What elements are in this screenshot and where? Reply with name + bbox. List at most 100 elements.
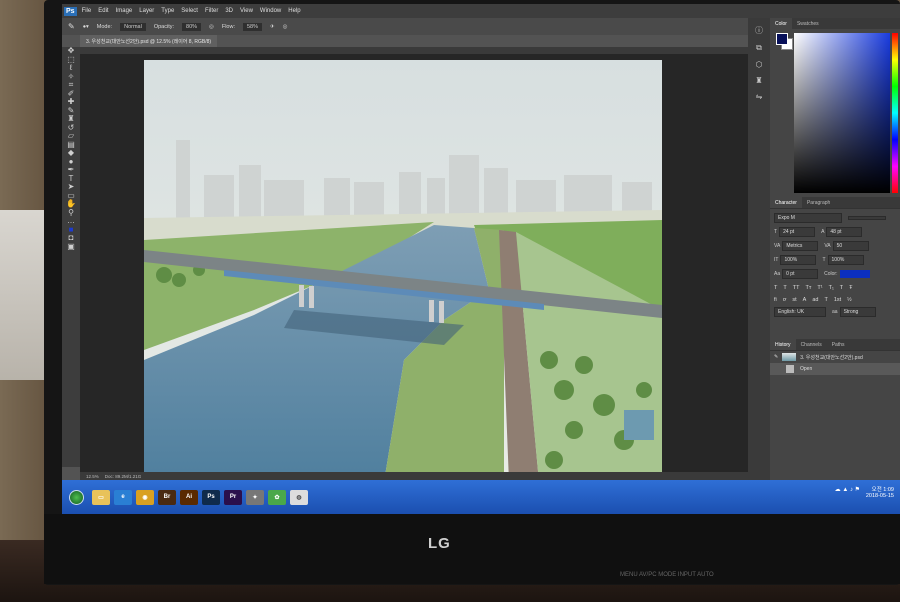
menu-3d[interactable]: 3D <box>225 8 233 14</box>
taskbar-app1[interactable]: ✦ <box>246 489 264 505</box>
document-tab[interactable]: 3. 우성천교(대안노선2안).psd @ 12.5% (레이어 8, RGB/… <box>80 35 218 47</box>
document-tab-title: 3. 우성천교(대안노선2안).psd @ 12.5% (레이어 8, RGB/… <box>86 38 212 45</box>
faux-bold-button[interactable]: T <box>774 285 777 291</box>
baseline-shift-input[interactable]: 0 pt <box>782 269 819 279</box>
tab-color[interactable]: Color <box>770 18 792 29</box>
taskbar-chrome[interactable]: ◉ <box>136 489 154 505</box>
menu-window[interactable]: Window <box>260 8 281 14</box>
adjustments-icon[interactable]: ⇋ <box>756 92 763 101</box>
3d-icon[interactable]: ⬡ <box>756 60 763 69</box>
menu-edit[interactable]: Edit <box>98 8 108 14</box>
language-select[interactable]: English: UK <box>774 307 826 317</box>
alternates-button[interactable]: A <box>803 297 807 303</box>
menu-bar: Ps File Edit Image Layer Type Select Fil… <box>62 4 900 18</box>
menu-type[interactable]: Type <box>161 8 174 14</box>
taskbar-bridge[interactable]: Br <box>158 489 176 505</box>
system-tray-icons[interactable]: ☁ ▲ ♪ ⚑ <box>835 486 860 493</box>
doc-size-readout: Doc: 89.2M/1.21G <box>104 473 142 479</box>
taskbar-illustrator[interactable]: Ai <box>180 489 198 505</box>
color-picker-field[interactable] <box>794 33 890 193</box>
opacity-label: Opacity: <box>153 23 175 30</box>
folder-icon: ▭ <box>98 494 104 501</box>
airbrush-icon[interactable]: ✈ <box>270 24 275 30</box>
superscript-button[interactable]: T¹ <box>817 285 822 291</box>
titling-button[interactable]: ad <box>812 297 818 303</box>
taskbar-explorer[interactable]: ▭ <box>92 489 110 505</box>
antialias-select[interactable]: Strong <box>839 307 876 317</box>
mode-select[interactable]: Normal <box>120 22 146 31</box>
ordinals-button[interactable]: T <box>824 297 827 303</box>
tab-swatches[interactable]: Swatches <box>792 21 824 27</box>
swash-button[interactable]: st <box>792 297 796 303</box>
history-snapshot[interactable]: ✎ 3. 우성천교(대안노선2안).psd <box>770 351 900 363</box>
old-style-button[interactable]: ơ <box>783 297 787 303</box>
font-style-select[interactable] <box>848 216 886 220</box>
ligatures-button[interactable]: fi <box>774 297 777 303</box>
clock[interactable]: 오전 1:09 2018-05-15 <box>866 485 894 499</box>
horizontal-scale-input[interactable]: 100% <box>827 255 864 265</box>
fractions-button[interactable]: 1st <box>834 297 841 303</box>
pressure-opacity-icon[interactable]: ◎ <box>209 24 214 30</box>
underline-button[interactable]: T <box>840 285 843 291</box>
tab-character[interactable]: Character <box>770 197 802 208</box>
zoom-readout[interactable]: 12.5% <box>86 474 99 479</box>
taskbar-app3[interactable]: ◍ <box>290 489 308 505</box>
menu-help[interactable]: Help <box>288 8 300 14</box>
tracking-input[interactable]: 50 <box>832 241 869 251</box>
all-caps-button[interactable]: TT <box>793 285 800 291</box>
info-icon[interactable]: ⓘ <box>755 25 763 36</box>
menu-image[interactable]: Image <box>116 8 133 14</box>
snapshot-thumbnail <box>782 353 797 361</box>
strikethrough-button[interactable]: Ŧ <box>849 285 852 291</box>
screen-mode-icon[interactable]: ▣ <box>67 242 75 252</box>
history-brush-source-icon[interactable]: ✎ <box>774 354 778 360</box>
menu-file[interactable]: File <box>82 8 92 14</box>
brush-tool-icon[interactable]: ✎ <box>68 22 75 31</box>
menu-view[interactable]: View <box>240 8 253 14</box>
menu-select[interactable]: Select <box>181 8 198 14</box>
brush-preset-picker[interactable]: ●▾ <box>83 24 89 30</box>
taskbar-app2[interactable]: ✿ <box>268 489 286 505</box>
properties-icon[interactable]: ⧉ <box>756 43 762 53</box>
flow-input[interactable]: 58% <box>242 22 262 31</box>
chrome-icon: ◉ <box>142 494 148 501</box>
foreground-color-swatch[interactable] <box>776 33 788 45</box>
canvas-image[interactable] <box>144 60 662 482</box>
baseline-shift-icon: Aa <box>774 271 781 277</box>
monitor-buttons[interactable]: MENU AV/PC MODE INPUT AUTO <box>620 572 714 578</box>
tab-paragraph[interactable]: Paragraph <box>802 200 835 206</box>
vertical-scale-input[interactable]: 100% <box>780 255 817 265</box>
start-button[interactable] <box>69 489 84 505</box>
subscript-button[interactable]: T₁ <box>829 285 834 291</box>
font-size-icon: T <box>774 229 778 235</box>
menu-filter[interactable]: Filter <box>205 8 218 14</box>
antialias-icon: aa <box>832 309 838 315</box>
windows-taskbar: ▭ e ◉ Br Ai Ps Pr ✦ ✿ ◍ ☁ ▲ ♪ ⚑ 오전 1:09 … <box>62 480 900 514</box>
hue-slider[interactable] <box>892 33 898 193</box>
font-family-select[interactable]: Expo M <box>774 213 842 223</box>
open-step-icon <box>786 365 794 373</box>
history-step[interactable]: Open <box>770 363 900 375</box>
flow-label: Flow: <box>221 23 235 30</box>
tab-history[interactable]: History <box>770 339 796 350</box>
taskbar-photoshop[interactable]: Ps <box>202 489 220 505</box>
fraction-button[interactable]: ½ <box>847 297 852 303</box>
tab-channels[interactable]: Channels <box>796 342 827 348</box>
menu-layer[interactable]: Layer <box>139 8 154 14</box>
font-size-input[interactable]: 24 pt <box>779 227 816 237</box>
leading-icon: A <box>821 229 825 235</box>
clock-time: 오전 1:09 <box>871 487 894 493</box>
pressure-size-icon[interactable]: ◎ <box>283 24 288 30</box>
small-caps-button[interactable]: Tт <box>805 285 811 291</box>
taskbar-ie[interactable]: e <box>114 489 132 505</box>
clock-date: 2018-05-15 <box>865 493 894 499</box>
leading-input[interactable]: 48 pt <box>826 227 863 237</box>
tab-paths[interactable]: Paths <box>827 342 850 348</box>
text-color-swatch[interactable] <box>840 270 871 278</box>
kerning-select[interactable]: Metrics <box>782 241 819 251</box>
brush-presets-icon[interactable]: ♜ <box>755 76 762 85</box>
color-panel-tabs: Color Swatches <box>770 18 900 29</box>
faux-italic-button[interactable]: T <box>783 285 786 291</box>
opacity-input[interactable]: 80% <box>182 22 202 31</box>
taskbar-premiere[interactable]: Pr <box>224 489 242 505</box>
